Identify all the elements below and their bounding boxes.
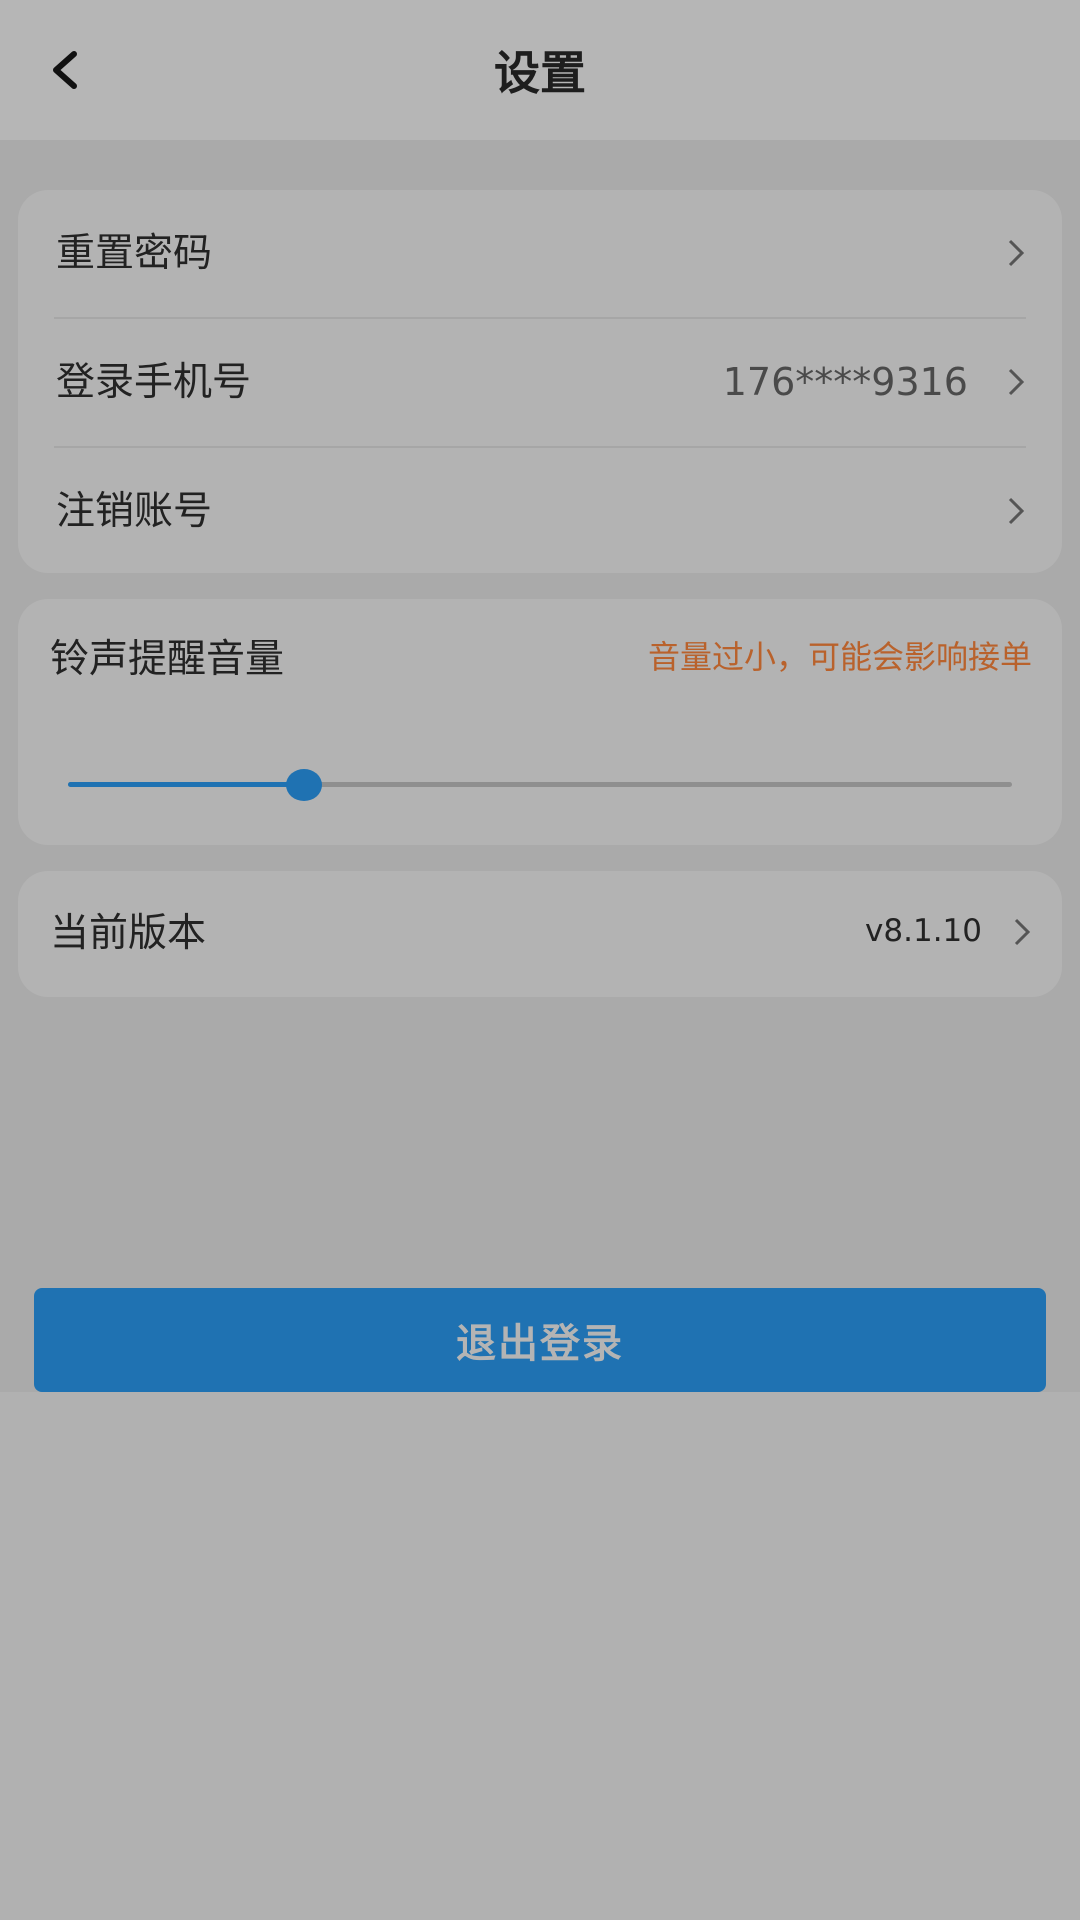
reset-password-label: 重置密码: [56, 231, 213, 276]
chevron-right-icon: [998, 493, 1034, 529]
logout-button[interactable]: 退出登录: [34, 1288, 1046, 1392]
reset-password-row[interactable]: 重置密码: [18, 190, 1062, 317]
top-bar: 设置: [0, 0, 1080, 140]
chevron-right-icon: [998, 235, 1034, 271]
page-title: 设置: [494, 46, 586, 100]
account-settings-card: 重置密码 登录手机号 176****9316 注销账号: [18, 190, 1062, 573]
ringtone-volume-label: 铃声提醒音量: [50, 637, 285, 682]
version-card[interactable]: 当前版本 v8.1.10: [18, 871, 1062, 997]
settings-content: 重置密码 登录手机号 176****9316 注销账号 铃声提醒音量 音量过小，…: [0, 140, 1080, 1392]
login-phone-label: 登录手机号: [56, 360, 252, 405]
volume-warning-text: 音量过小，可能会影响接单: [647, 638, 1032, 676]
slider-fill: [68, 782, 304, 787]
volume-slider[interactable]: [68, 765, 1012, 805]
chevron-right-icon: [998, 364, 1034, 400]
version-value: v8.1.10: [865, 913, 982, 949]
cancel-account-label: 注销账号: [56, 489, 213, 534]
chevron-right-icon: [1004, 914, 1040, 950]
ringtone-volume-card: 铃声提醒音量 音量过小，可能会影响接单: [18, 599, 1062, 845]
slider-thumb[interactable]: [286, 769, 322, 801]
cancel-account-row[interactable]: 注销账号: [18, 448, 1062, 575]
login-phone-row[interactable]: 登录手机号 176****9316: [18, 319, 1062, 446]
login-phone-value: 176****9316: [722, 360, 968, 404]
version-label: 当前版本: [50, 911, 207, 956]
bottom-empty-area: [0, 1392, 1080, 1920]
